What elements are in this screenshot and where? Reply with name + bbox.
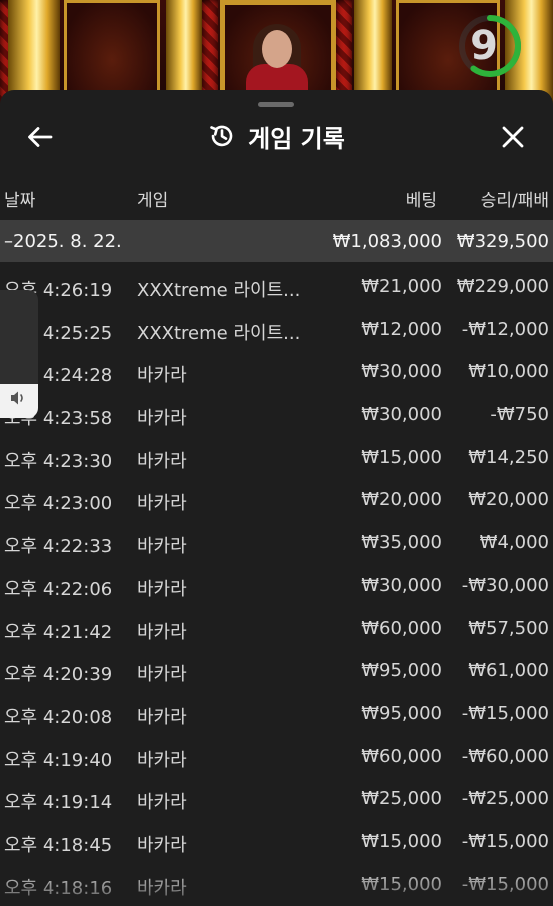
row-game: 바카라	[137, 536, 187, 558]
row-result: -₩25,000	[461, 788, 549, 810]
row-game: 바카라	[137, 365, 187, 387]
group-total-bet: ₩1,083,000	[332, 231, 442, 252]
row-time: 오후 4:21:42	[4, 621, 113, 643]
row-game: XXXtreme 라이트...	[137, 322, 301, 344]
row-time: 오후 4:22:33	[4, 536, 113, 558]
row-bet: ₩60,000	[361, 745, 442, 767]
history-row[interactable]: 오후 4:20:39 바카라 ₩95,000 ₩61,000	[0, 650, 553, 693]
row-time: 오후 4:18:16	[4, 877, 113, 899]
row-game: 바카라	[137, 792, 187, 814]
history-row[interactable]: 오후 4:22:33 바카라 ₩35,000 ₩4,000	[0, 522, 553, 565]
row-time: 오후 4:20:39	[4, 664, 113, 686]
row-game: 바카라	[137, 664, 187, 686]
history-row[interactable]: 오후 4:23:58 바카라 ₩30,000 -₩750	[0, 394, 553, 437]
history-row[interactable]: 오후 4:19:40 바카라 ₩60,000 -₩60,000	[0, 736, 553, 779]
row-game: XXXtreme 라이트...	[137, 280, 301, 301]
drag-handle[interactable]	[258, 102, 294, 107]
history-clock-icon	[210, 125, 233, 147]
row-result: ₩20,000	[468, 489, 549, 511]
row-result: -₩60,000	[461, 745, 549, 767]
game-history-sheet: 게임 기록 날짜 게임 베팅 승리/패배 –2025. 8. 22. ₩1,08…	[0, 90, 553, 906]
row-bet: ₩20,000	[361, 489, 442, 511]
history-row[interactable]: 오후 4:22:06 바카라 ₩30,000 -₩30,000	[0, 565, 553, 608]
row-bet: ₩35,000	[361, 532, 442, 554]
sheet-header: 게임 기록	[0, 112, 553, 160]
row-result: ₩4,000	[479, 532, 549, 554]
row-result: -₩750	[490, 404, 549, 426]
history-row[interactable]: 오후 4:25:25 XXXtreme 라이트... ₩12,000 -₩12,000	[0, 309, 553, 352]
speaker-icon[interactable]	[8, 388, 28, 408]
date-group-header[interactable]: –2025. 8. 22. ₩1,083,000 ₩329,500	[0, 220, 553, 262]
row-result: -₩12,000	[461, 318, 549, 340]
page-title: 게임 기록	[248, 124, 345, 153]
history-row[interactable]: 오후 4:23:30 바카라 ₩15,000 ₩14,250	[0, 437, 553, 480]
group-date: –2025. 8. 22.	[4, 231, 122, 252]
history-row[interactable]: 오후 4:18:45 바카라 ₩15,000 -₩15,000	[0, 821, 553, 864]
row-result: -₩30,000	[461, 574, 549, 596]
row-bet: ₩21,000	[361, 276, 442, 297]
row-bet: ₩15,000	[361, 446, 442, 468]
row-bet: ₩60,000	[361, 617, 442, 639]
column-header-game: 게임	[137, 191, 169, 211]
row-bet: ₩30,000	[361, 361, 442, 383]
row-time: 오후 4:19:40	[4, 749, 113, 771]
history-row[interactable]: 오후 4:18:16 바카라 ₩15,000 -₩15,000	[0, 864, 553, 906]
row-game: 바카라	[137, 621, 187, 643]
row-game: 바카라	[137, 706, 187, 728]
row-time: 오후 4:18:45	[4, 834, 113, 856]
history-row[interactable]: 오후 4:19:14 바카라 ₩25,000 -₩25,000	[0, 778, 553, 821]
dealer-head	[262, 30, 292, 68]
row-result: ₩61,000	[468, 660, 549, 682]
row-result: ₩10,000	[468, 361, 549, 383]
row-bet: ₩25,000	[361, 788, 442, 810]
row-bet: ₩30,000	[361, 404, 442, 426]
history-row[interactable]: 오후 4:26:19 XXXtreme 라이트... ₩21,000 ₩229,000	[0, 266, 553, 309]
column-header-result: 승리/패배	[480, 191, 549, 211]
row-game: 바카라	[137, 450, 187, 472]
row-time: 오후 4:23:00	[4, 493, 113, 515]
history-list: 오후 4:26:19 XXXtreme 라이트... ₩21,000 ₩229,000…	[0, 266, 553, 906]
row-game: 바카라	[137, 408, 187, 430]
row-bet: ₩95,000	[361, 702, 442, 724]
column-header-bet: 베팅	[405, 191, 437, 211]
title-group: 게임 기록	[0, 112, 553, 160]
row-time: 오후 4:22:06	[4, 578, 113, 600]
back-button[interactable]	[24, 122, 56, 152]
row-game: 바카라	[137, 578, 187, 600]
side-widget-panel	[0, 290, 38, 394]
history-row[interactable]: 오후 4:21:42 바카라 ₩60,000 ₩57,500	[0, 608, 553, 651]
row-bet: ₩15,000	[361, 873, 442, 895]
column-header-date: 날짜	[4, 191, 36, 211]
row-bet: ₩95,000	[361, 660, 442, 682]
row-time: 오후 4:20:08	[4, 706, 113, 728]
close-button[interactable]	[498, 122, 528, 152]
row-result: -₩15,000	[461, 830, 549, 852]
row-game: 바카라	[137, 834, 187, 856]
row-game: 바카라	[137, 493, 187, 515]
history-row[interactable]: 오후 4:20:08 바카라 ₩95,000 -₩15,000	[0, 693, 553, 736]
row-result: ₩57,500	[468, 617, 549, 639]
row-bet: ₩12,000	[361, 318, 442, 340]
close-icon	[502, 126, 524, 148]
row-game: 바카라	[137, 749, 187, 771]
row-time: 오후 4:19:14	[4, 792, 113, 814]
row-bet: ₩30,000	[361, 574, 442, 596]
group-total-result: ₩329,500	[456, 231, 549, 252]
side-sound-widget[interactable]	[0, 290, 38, 418]
row-result: -₩15,000	[461, 873, 549, 895]
row-result: ₩14,250	[468, 446, 549, 468]
row-bet: ₩15,000	[361, 830, 442, 852]
countdown-value: 9	[470, 23, 498, 69]
row-result: ₩229,000	[456, 276, 549, 297]
row-game: 바카라	[137, 877, 187, 899]
arrow-left-icon	[28, 127, 53, 147]
history-row[interactable]: 오후 4:24:28 바카라 ₩30,000 ₩10,000	[0, 351, 553, 394]
history-row[interactable]: 오후 4:23:00 바카라 ₩20,000 ₩20,000	[0, 479, 553, 522]
row-time: 오후 4:23:30	[4, 450, 113, 472]
row-result: -₩15,000	[461, 702, 549, 724]
